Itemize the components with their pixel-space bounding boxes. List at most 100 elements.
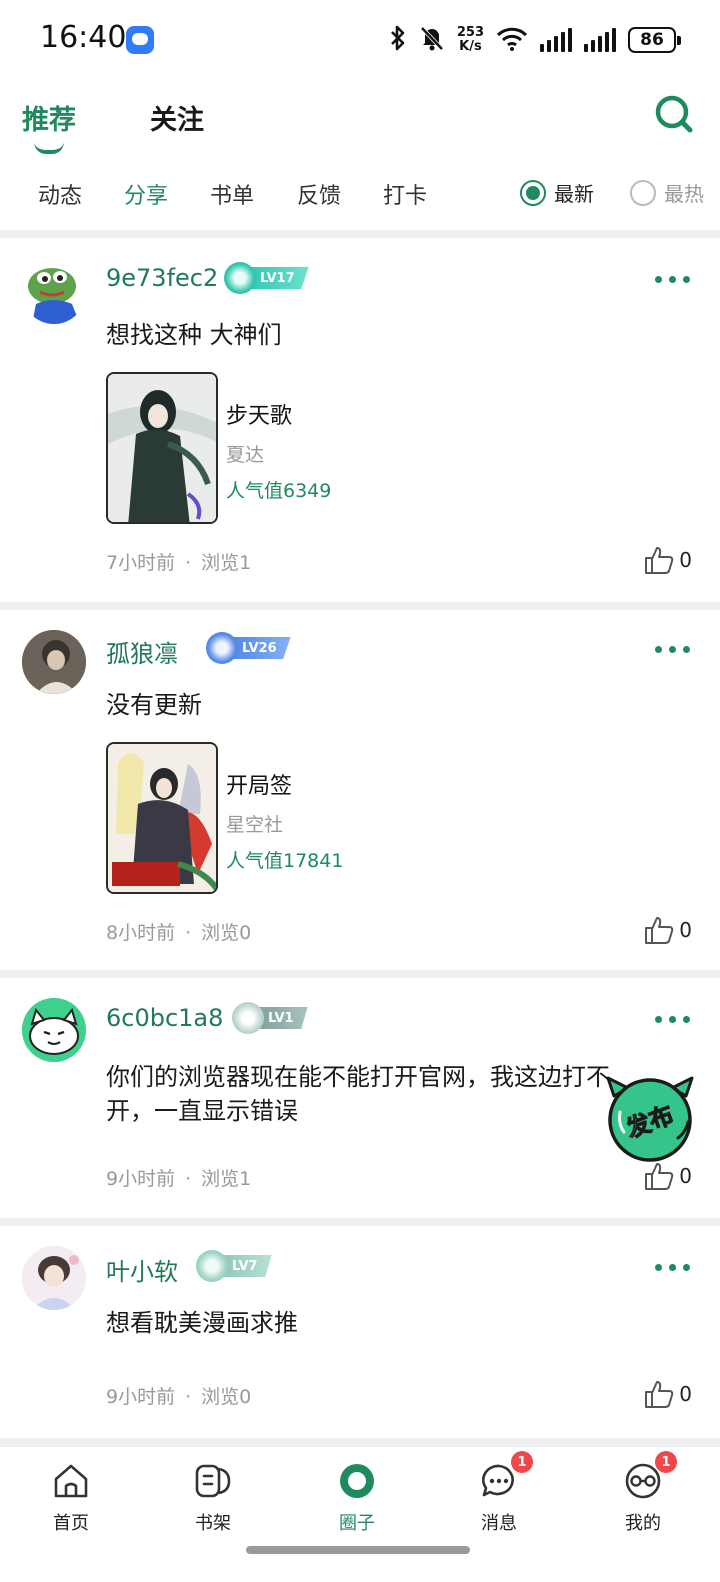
nav-bookshelf-label: 书架 bbox=[195, 1513, 231, 1534]
post-text: 想找这种 大神们 bbox=[106, 321, 282, 349]
message-icon: 1 bbox=[479, 1451, 533, 1501]
notification-badge: 1 bbox=[655, 1451, 677, 1473]
nav-circle-label: 圈子 bbox=[339, 1513, 375, 1534]
post-views: 浏览0 bbox=[201, 922, 252, 944]
like-count: 0 bbox=[679, 548, 692, 572]
bottom-navigation: 首页 书架 圈子 1 消息 1 我的 bbox=[0, 1446, 720, 1582]
nav-profile-label: 我的 bbox=[625, 1513, 661, 1534]
post-views: 浏览1 bbox=[201, 1168, 252, 1190]
post-divider bbox=[0, 970, 720, 978]
like-button[interactable]: 0 bbox=[643, 914, 692, 946]
network-speed-unit: K/s bbox=[459, 39, 482, 54]
level-badge: LV17 bbox=[224, 262, 309, 294]
sort-hottest-label: 最热 bbox=[664, 182, 704, 206]
battery-indicator: 86 bbox=[628, 27, 681, 53]
post-item[interactable]: 9e73fec2 LV17 想找这种 大神们 步天歌 夏达 人气值6349 7小… bbox=[0, 238, 720, 604]
tab-follow[interactable]: 关注 bbox=[150, 98, 204, 137]
network-speed-value: 253 bbox=[456, 25, 484, 40]
avatar[interactable] bbox=[22, 1246, 86, 1310]
level-gem-icon bbox=[196, 1250, 228, 1282]
status-icons: 253 K/s 86 bbox=[389, 22, 681, 58]
post-time: 9小时前 bbox=[106, 1386, 176, 1408]
username[interactable]: 孤狼凛 bbox=[106, 634, 178, 669]
signal-icon bbox=[540, 28, 572, 52]
like-button[interactable]: 0 bbox=[643, 1160, 692, 1192]
level-gem-icon bbox=[232, 1002, 264, 1034]
nav-circle[interactable]: 圈子 bbox=[312, 1461, 402, 1535]
bookshelf-icon bbox=[193, 1461, 233, 1501]
subtab-feedback[interactable]: 反馈 bbox=[297, 178, 341, 210]
nav-messages[interactable]: 1 消息 bbox=[454, 1451, 544, 1535]
search-icon[interactable] bbox=[654, 94, 694, 134]
radio-selected bbox=[520, 179, 546, 206]
more-options-icon[interactable] bbox=[655, 646, 690, 653]
post-item[interactable]: 孤狼凛 LV26 没有更新 开局签 星空社 人气值17841 8小时前 · 浏览0 … bbox=[0, 610, 720, 972]
book-title[interactable]: 步天歌 bbox=[226, 398, 292, 430]
like-count: 0 bbox=[679, 1164, 692, 1188]
username[interactable]: 9e73fec2 bbox=[106, 264, 218, 292]
post-meta: 7小时前 · 浏览1 bbox=[106, 552, 252, 574]
nav-home-label: 首页 bbox=[53, 1513, 89, 1534]
subtab-share[interactable]: 分享 bbox=[124, 178, 168, 210]
avatar[interactable] bbox=[22, 998, 86, 1062]
sort-newest[interactable]: 最新 bbox=[520, 178, 594, 207]
bell-muted-icon bbox=[419, 25, 445, 56]
notification-badge: 1 bbox=[511, 1451, 533, 1473]
like-count: 0 bbox=[679, 1382, 692, 1406]
status-bar: 16:40 253 K/s 86 bbox=[0, 0, 720, 80]
nav-bookshelf[interactable]: 书架 bbox=[168, 1461, 258, 1535]
post-time: 8小时前 bbox=[106, 922, 176, 944]
thumbs-up-icon bbox=[645, 1381, 674, 1408]
section-divider bbox=[0, 230, 720, 238]
post-item[interactable]: 叶小软 LV7 想看耽美漫画求推 9小时前 · 浏览0 0 bbox=[0, 1226, 720, 1440]
sort-newest-label: 最新 bbox=[554, 182, 594, 206]
status-time: 16:40 bbox=[40, 20, 127, 55]
home-indicator[interactable] bbox=[246, 1546, 470, 1554]
sort-hottest[interactable]: 最热 bbox=[630, 178, 704, 207]
more-options-icon[interactable] bbox=[655, 1264, 690, 1271]
subtab-dynamic[interactable]: 动态 bbox=[38, 178, 82, 210]
signal-icon bbox=[584, 28, 616, 52]
publish-button[interactable]: 发布 bbox=[604, 1072, 696, 1164]
level-gem-icon bbox=[206, 632, 238, 664]
book-author: 星空社 bbox=[226, 814, 284, 836]
subtab-booklist[interactable]: 书单 bbox=[210, 178, 254, 210]
post-views: 浏览0 bbox=[201, 1386, 252, 1408]
book-title[interactable]: 开局签 bbox=[226, 768, 292, 800]
thumbs-up-icon bbox=[645, 917, 674, 944]
post-text: 你们的浏览器现在能不能打开官网，我这边打不开，一直显示错误 bbox=[106, 1063, 610, 1125]
post-time: 7小时前 bbox=[106, 552, 176, 574]
level-gem-icon bbox=[224, 262, 256, 294]
like-count: 0 bbox=[679, 918, 692, 942]
nav-home[interactable]: 首页 bbox=[26, 1461, 116, 1535]
username[interactable]: 6c0bc1a8 bbox=[106, 1004, 223, 1032]
book-popularity: 人气值17841 bbox=[226, 850, 344, 872]
active-tab-indicator bbox=[34, 142, 64, 154]
post-divider bbox=[0, 602, 720, 610]
level-badge: LV7 bbox=[196, 1250, 272, 1282]
level-badge: LV26 bbox=[206, 632, 291, 664]
nav-profile[interactable]: 1 我的 bbox=[598, 1451, 688, 1535]
post-text: 没有更新 bbox=[106, 691, 202, 719]
username[interactable]: 叶小软 bbox=[106, 1252, 178, 1287]
nav-messages-label: 消息 bbox=[481, 1513, 517, 1534]
book-cover[interactable] bbox=[106, 742, 218, 894]
subtab-checkin[interactable]: 打卡 bbox=[383, 178, 427, 210]
post-meta: 9小时前 · 浏览0 bbox=[106, 1386, 252, 1408]
avatar[interactable] bbox=[22, 630, 86, 694]
wifi-icon bbox=[496, 25, 528, 56]
bluetooth-icon bbox=[389, 25, 407, 56]
like-button[interactable]: 0 bbox=[643, 1378, 692, 1410]
post-meta: 8小时前 · 浏览0 bbox=[106, 922, 252, 944]
more-options-icon[interactable] bbox=[655, 276, 690, 283]
level-badge: LV1 bbox=[232, 1002, 308, 1034]
post-views: 浏览1 bbox=[201, 552, 252, 574]
post-meta: 9小时前 · 浏览1 bbox=[106, 1168, 252, 1190]
post-divider bbox=[0, 1438, 720, 1446]
like-button[interactable]: 0 bbox=[643, 544, 692, 576]
tab-recommend[interactable]: 推荐 bbox=[22, 98, 76, 137]
more-options-icon[interactable] bbox=[655, 1016, 690, 1023]
book-cover[interactable] bbox=[106, 372, 218, 524]
avatar[interactable] bbox=[22, 260, 86, 324]
thumbs-up-icon bbox=[645, 1163, 674, 1190]
